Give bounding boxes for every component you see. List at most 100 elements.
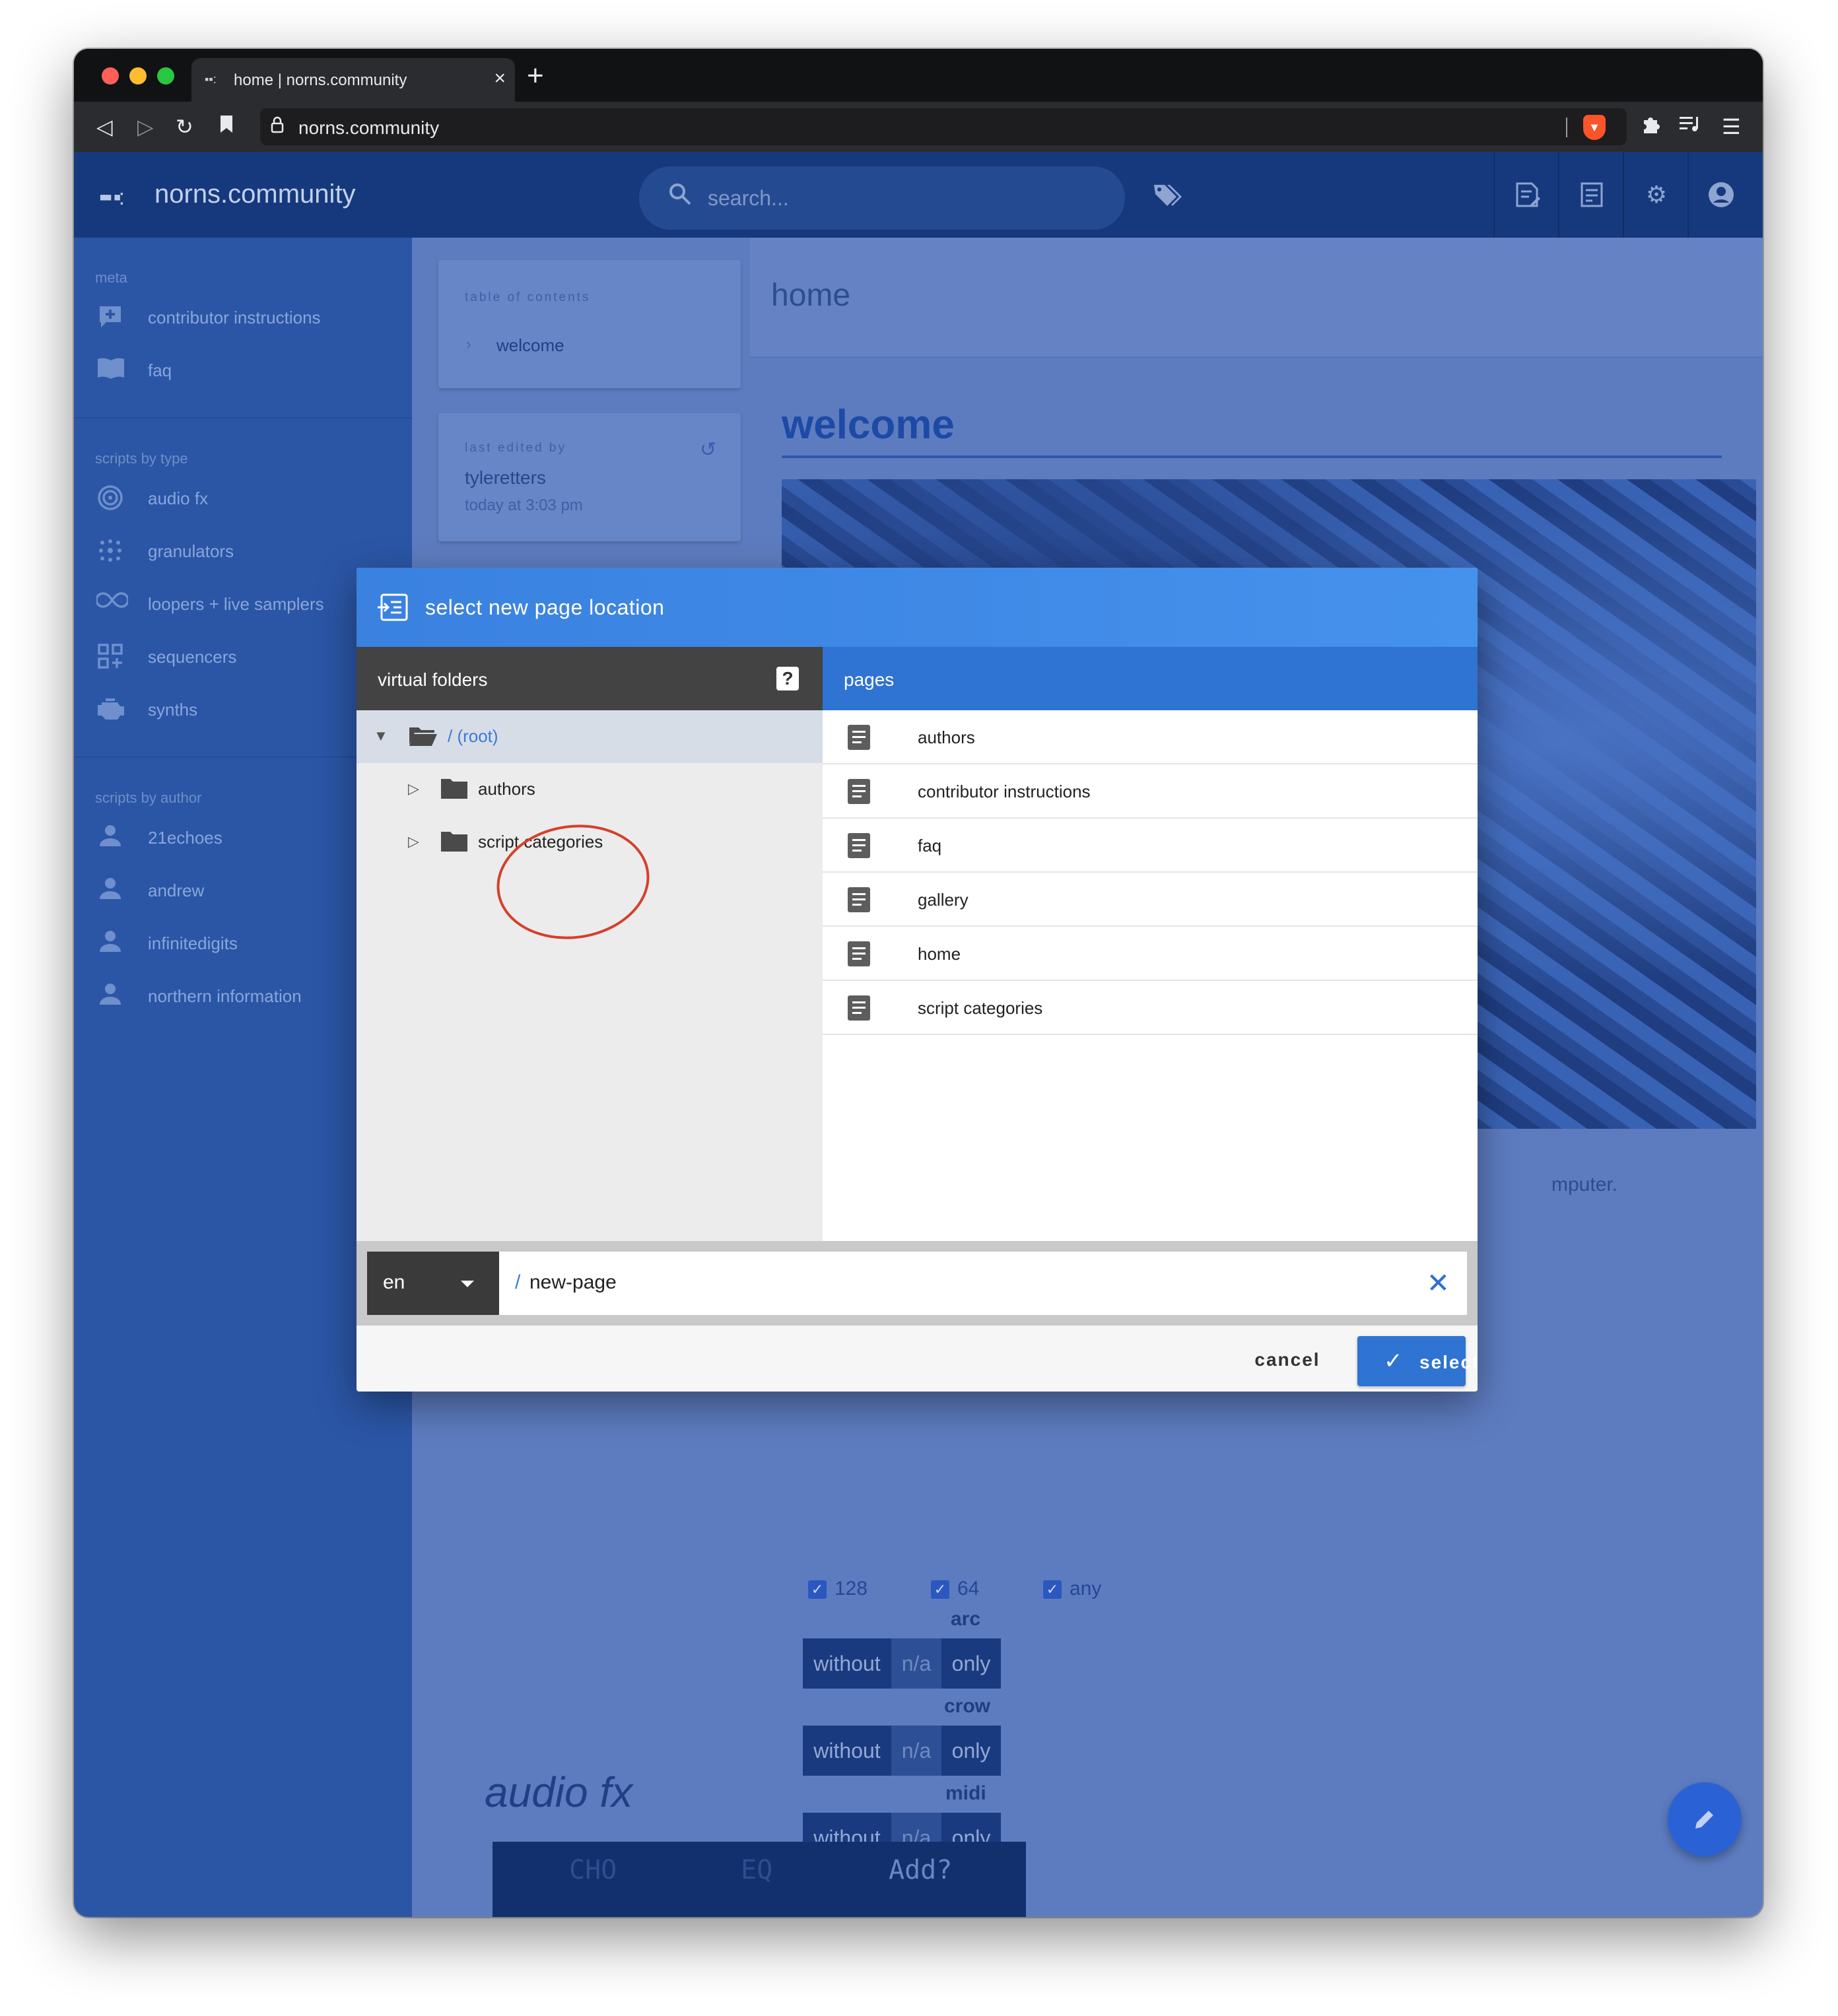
help-icon[interactable]: ? [776,667,799,690]
person-icon [96,982,124,1009]
path-input[interactable]: / new-page ✕ [499,1252,1467,1315]
dialog-title: select new page location [425,595,665,619]
new-page-button[interactable] [1493,152,1558,238]
extensions-icon[interactable] [1640,114,1661,141]
dialog-header: select new page location [357,568,1478,647]
close-tab-icon[interactable]: × [494,67,506,90]
address-bar[interactable]: norns.community ▼ [260,108,1627,145]
back-icon[interactable]: ◁ [96,114,113,140]
check-icon: ✓ [1384,1349,1404,1374]
page-actions-button[interactable] [1558,152,1623,238]
document-icon [848,725,870,750]
checkbox-any[interactable]: ✓ [1043,1580,1062,1599]
banner-label: CHO [569,1855,617,1885]
tree-item-label: / (root) [448,726,498,746]
page-item-label: home [918,944,961,964]
filter-option-only[interactable]: only [941,1638,1001,1689]
last-edited-time: today at 3:03 pm [465,496,583,514]
body-text-fragment: mputer. [1551,1174,1618,1195]
document-icon [848,833,870,858]
script-preview-banner: CHO EQ Add? [493,1842,1026,1917]
person-icon [96,877,124,903]
sidebar-item-audio-fx[interactable]: audio fx [74,471,412,524]
bookmark-icon[interactable] [219,114,234,140]
new-tab-button[interactable]: + [527,59,544,92]
pencil-icon [1695,1811,1713,1829]
sidebar-divider [74,417,412,419]
sidebar-item-contributor-instructions[interactable]: contributor instructions [74,290,412,343]
close-window-button[interactable] [102,67,119,84]
forward-icon[interactable]: ▷ [137,114,154,140]
account-icon [1707,181,1735,209]
select-button[interactable]: ✓ select [1357,1336,1478,1386]
maximize-window-button[interactable] [157,67,174,84]
list-item[interactable]: authors [823,710,1478,764]
favicon-icon: ▪▪: [205,73,217,86]
chevron-down-icon[interactable]: ▼ [374,727,388,745]
sidebar-item-faq[interactable]: faq [74,343,412,396]
last-edited-card: last edited by ↺ tyleretters today at 3:… [438,413,741,541]
reload-icon[interactable]: ↻ [176,114,193,140]
browser-window: ▪▪: home | norns.community × + ◁ ▷ ↻ nor… [74,49,1763,1917]
cancel-button[interactable]: cancel [1228,1341,1347,1378]
tab-bar: ▪▪: home | norns.community × + [74,49,1763,102]
menu-icon[interactable]: ☰ [1722,114,1741,140]
filter-option-na[interactable]: n/a [891,1726,941,1776]
page-item-label: contributor instructions [918,782,1091,801]
tags-icon[interactable] [1153,182,1182,215]
site-name[interactable]: norns.community [154,180,356,209]
sidebar-header-meta: meta [95,269,127,286]
sidebar-item-label: andrew [148,881,205,900]
last-edited-label: last edited by [465,441,566,455]
url-text: norns.community [298,118,440,138]
gear-icon: ⚙ [1645,181,1668,208]
page-item-label: gallery [918,890,969,910]
checkbox-label: 64 [957,1578,980,1599]
norns-logo-icon[interactable]: ▪▪ ▪: [99,185,125,211]
sidebar-header-scripts-by-author: scripts by author [95,790,202,806]
chevron-right-icon[interactable]: ▷ [408,780,419,797]
tab-title: home | norns.community [234,71,407,89]
brave-shield-icon[interactable]: ▼ [1583,115,1606,140]
list-item[interactable]: faq [823,819,1478,873]
list-item[interactable]: contributor instructions [823,764,1478,819]
sidebar-item-label: sequencers [148,647,237,667]
grid-plus-icon [96,643,124,669]
page-header: home [750,238,1763,358]
page-item-label: authors [918,727,975,747]
history-icon[interactable]: ↺ [700,438,716,461]
page-item-label: script categories [918,998,1043,1018]
list-item[interactable]: home [823,927,1478,981]
search-input[interactable]: search... [639,166,1125,230]
folder-tree: ▼ / (root) ▷ authors ▷ script categories [357,710,823,1241]
filter-option-na[interactable]: n/a [891,1638,941,1689]
admin-button[interactable]: ⚙ [1623,152,1687,238]
list-item[interactable]: gallery [823,873,1478,927]
tree-item-root[interactable]: ▼ / (root) [357,710,823,763]
virtual-folders-header: virtual folders ? [357,647,823,710]
browser-tab[interactable]: ▪▪: home | norns.community × [191,58,515,102]
banner-label: EQ [741,1855,773,1885]
checkbox-64[interactable]: ✓ [931,1580,949,1599]
document-icon [848,779,870,804]
locale-select[interactable]: en [367,1252,499,1315]
chevron-right-icon[interactable]: ▷ [408,833,419,850]
document-icon [848,941,870,966]
toc-item-welcome[interactable]: welcome [496,335,564,356]
select-button-label: select [1419,1352,1478,1372]
playlist-icon[interactable] [1680,114,1702,140]
edit-page-button[interactable] [1668,1782,1742,1856]
close-icon[interactable]: ✕ [1427,1269,1450,1298]
list-item[interactable]: script categories [823,981,1478,1035]
filter-option-only[interactable]: only [941,1726,1001,1776]
account-button[interactable] [1687,152,1752,238]
filter-option-without[interactable]: without [803,1726,891,1776]
folder-open-icon [409,727,437,746]
path-value[interactable]: new-page [529,1271,617,1294]
sidebar-item-label: northern information [148,986,302,1006]
checkbox-128[interactable]: ✓ [808,1580,827,1599]
minimize-window-button[interactable] [129,67,147,84]
tree-item-authors[interactable]: ▷ authors [357,763,823,816]
sidebar-header-scripts-by-type: scripts by type [95,450,188,467]
filter-option-without[interactable]: without [803,1638,891,1689]
